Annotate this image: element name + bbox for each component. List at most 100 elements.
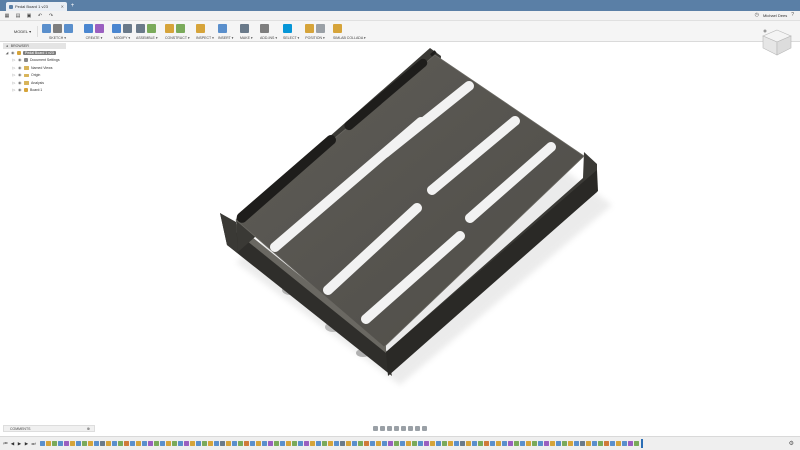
- timeline-feature-icon[interactable]: [310, 441, 315, 446]
- timeline-feature-icon[interactable]: [460, 441, 465, 446]
- timeline-feature-icon[interactable]: [142, 441, 147, 446]
- timeline-feature-icon[interactable]: [322, 441, 327, 446]
- timeline-feature-icon[interactable]: [178, 441, 183, 446]
- workspace-switcher[interactable]: MODEL ▾: [8, 26, 38, 37]
- pan-icon[interactable]: [387, 426, 392, 431]
- ribbon-group-label[interactable]: SELECT ▾: [283, 36, 299, 40]
- timeline-feature-icon[interactable]: [574, 441, 579, 446]
- ribbon-group-6[interactable]: INSERT ▾: [218, 23, 233, 41]
- timeline-feature-icon[interactable]: [556, 441, 561, 446]
- timeline-feature-icon[interactable]: [454, 441, 459, 446]
- tool-icon[interactable]: [218, 24, 227, 33]
- timeline-feature-icon[interactable]: [88, 441, 93, 446]
- data-panel-grid-icon[interactable]: ▦: [3, 12, 11, 20]
- orbit-icon[interactable]: [373, 426, 378, 431]
- timeline-feature-icon[interactable]: [166, 441, 171, 446]
- tool-icon[interactable]: [123, 24, 132, 33]
- timeline-feature-icon[interactable]: [508, 441, 513, 446]
- ribbon-group-label[interactable]: MAKE ▾: [240, 36, 253, 40]
- ribbon-group-label[interactable]: MODIFY ▾: [112, 36, 132, 40]
- timeline-feature-icon[interactable]: [298, 441, 303, 446]
- timeline-feature-icon[interactable]: [400, 441, 405, 446]
- timeline-feature-icon[interactable]: [616, 441, 621, 446]
- timeline-feature-icon[interactable]: [526, 441, 531, 446]
- timeline-feature-icon[interactable]: [82, 441, 87, 446]
- ribbon-group-7[interactable]: MAKE ▾: [240, 23, 253, 41]
- tool-icon[interactable]: [95, 24, 104, 33]
- timeline-feature-icon[interactable]: [448, 441, 453, 446]
- timeline-feature-icon[interactable]: [388, 441, 393, 446]
- viewports-icon[interactable]: [422, 426, 427, 431]
- tool-icon[interactable]: [260, 24, 269, 33]
- tool-icon[interactable]: [64, 24, 73, 33]
- timeline-feature-icon[interactable]: [208, 441, 213, 446]
- timeline-feature-icon[interactable]: [46, 441, 51, 446]
- timeline-feature-icon[interactable]: [628, 441, 633, 446]
- timeline-feature-icon[interactable]: [316, 441, 321, 446]
- timeline-feature-icon[interactable]: [52, 441, 57, 446]
- ribbon-group-label[interactable]: POSITION ▾: [305, 36, 325, 40]
- tool-icon[interactable]: [240, 24, 249, 33]
- timeline-feature-icon[interactable]: [412, 441, 417, 446]
- timeline-feature-icon[interactable]: [466, 441, 471, 446]
- ribbon-group-5[interactable]: INSPECT ▾: [196, 23, 214, 41]
- ribbon-group-4[interactable]: CONSTRUCT ▾: [165, 23, 190, 41]
- ribbon-group-0[interactable]: SKETCH ▾: [42, 23, 73, 41]
- timeline-feature-icon[interactable]: [634, 441, 639, 446]
- timeline-feature-icon[interactable]: [160, 441, 165, 446]
- timeline-feature-icon[interactable]: [610, 441, 615, 446]
- timeline-feature-icon[interactable]: [514, 441, 519, 446]
- timeline-feature-icon[interactable]: [340, 441, 345, 446]
- close-icon[interactable]: ✕: [61, 4, 64, 9]
- timeline-feature-icon[interactable]: [280, 441, 285, 446]
- timeline-feature-icon[interactable]: [472, 441, 477, 446]
- timeline-feature-icon[interactable]: [94, 441, 99, 446]
- tool-icon[interactable]: [42, 24, 51, 33]
- timeline-feature-icon[interactable]: [484, 441, 489, 446]
- ribbon-group-8[interactable]: ADD-INS ▾: [260, 23, 277, 41]
- timeline-feature-icon[interactable]: [220, 441, 225, 446]
- tool-icon[interactable]: [316, 24, 325, 33]
- timeline-feature-icon[interactable]: [562, 441, 567, 446]
- undo-icon[interactable]: ↶: [36, 12, 44, 20]
- ribbon-group-2[interactable]: MODIFY ▾: [112, 23, 132, 41]
- help-icon[interactable]: ?: [791, 12, 794, 18]
- file-menu-icon[interactable]: ▤: [14, 12, 22, 20]
- tool-icon[interactable]: [283, 24, 292, 33]
- ribbon-group-9[interactable]: SELECT ▾: [283, 23, 299, 41]
- timeline-feature-icon[interactable]: [496, 441, 501, 446]
- timeline-feature-icon[interactable]: [424, 441, 429, 446]
- timeline-feature-icon[interactable]: [604, 441, 609, 446]
- timeline-feature-icon[interactable]: [502, 441, 507, 446]
- timeline-feature-icon[interactable]: [196, 441, 201, 446]
- timeline-feature-icon[interactable]: [358, 441, 363, 446]
- timeline-feature-icon[interactable]: [238, 441, 243, 446]
- redo-icon[interactable]: ↷: [47, 12, 55, 20]
- timeline-feature-icon[interactable]: [592, 441, 597, 446]
- timeline-feature-icon[interactable]: [214, 441, 219, 446]
- ribbon-group-label[interactable]: ASSEMBLE ▾: [136, 36, 158, 40]
- timeline-feature-icon[interactable]: [346, 441, 351, 446]
- timeline-feature-icon[interactable]: [352, 441, 357, 446]
- fit-icon[interactable]: [401, 426, 406, 431]
- timeline-feature-icon[interactable]: [550, 441, 555, 446]
- timeline-feature-icon[interactable]: [532, 441, 537, 446]
- timeline-feature-icon[interactable]: [490, 441, 495, 446]
- ribbon-group-label[interactable]: CONSTRUCT ▾: [165, 36, 190, 40]
- timeline-feature-icon[interactable]: [586, 441, 591, 446]
- timeline-feature-icon[interactable]: [544, 441, 549, 446]
- timeline-feature-icon[interactable]: [568, 441, 573, 446]
- save-icon[interactable]: ▣: [25, 12, 33, 20]
- timeline-feature-icon[interactable]: [274, 441, 279, 446]
- timeline-feature-icon[interactable]: [226, 441, 231, 446]
- grid-settings-icon[interactable]: [415, 426, 420, 431]
- clock-icon[interactable]: ◷: [755, 12, 759, 18]
- timeline-feature-icon[interactable]: [184, 441, 189, 446]
- plus-icon[interactable]: ⊕: [87, 426, 90, 431]
- timeline-feature-icon[interactable]: [334, 441, 339, 446]
- play-icon[interactable]: ▶: [17, 441, 22, 447]
- timeline-feature-icon[interactable]: [130, 441, 135, 446]
- timeline-feature-icon[interactable]: [100, 441, 105, 446]
- timeline-feature-icon[interactable]: [520, 441, 525, 446]
- timeline-feature-icon[interactable]: [268, 441, 273, 446]
